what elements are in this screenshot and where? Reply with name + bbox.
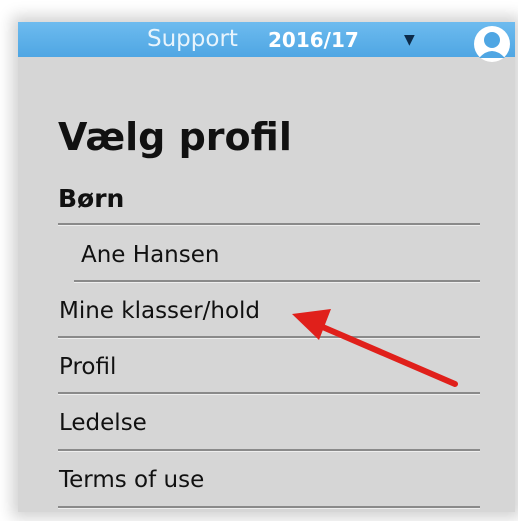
top-bar: Support 2016/17 ▼ xyxy=(18,22,515,62)
divider xyxy=(58,336,480,339)
menu-item-management[interactable]: Ledelse xyxy=(59,409,147,437)
menu-item-my-classes[interactable]: Mine klasser/hold xyxy=(59,297,260,325)
support-link[interactable]: Support xyxy=(147,26,238,53)
divider xyxy=(58,506,480,509)
group-heading-children: Børn xyxy=(58,184,125,213)
profile-menu-panel: Support 2016/17 ▼ Vælg profil Børn Ane H… xyxy=(18,22,515,512)
divider xyxy=(74,280,480,283)
menu-item-child[interactable]: Ane Hansen xyxy=(81,241,219,269)
menu-item-profile[interactable]: Profil xyxy=(59,353,116,381)
divider xyxy=(58,449,480,452)
user-icon[interactable] xyxy=(472,24,512,64)
divider xyxy=(58,223,480,226)
page-title: Vælg profil xyxy=(58,115,292,159)
school-year-selector[interactable]: 2016/17 xyxy=(268,28,359,53)
chevron-down-icon[interactable]: ▼ xyxy=(404,30,415,50)
menu-item-terms-of-use[interactable]: Terms of use xyxy=(59,466,204,494)
divider xyxy=(58,392,480,395)
